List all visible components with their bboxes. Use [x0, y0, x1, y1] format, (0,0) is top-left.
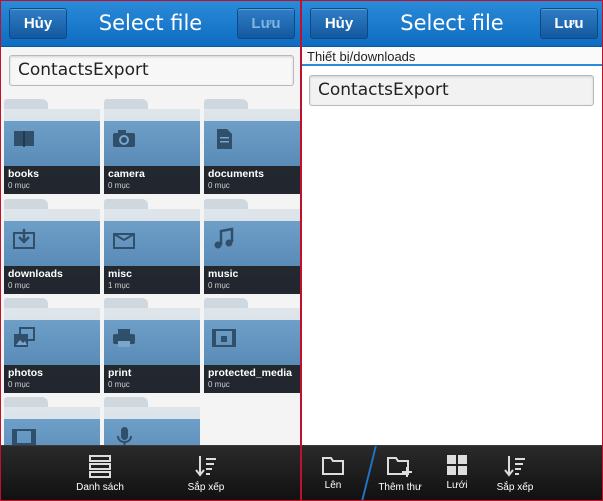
folder-count: 0 mục: [208, 281, 230, 290]
document-icon: [217, 129, 232, 149]
camera-icon: [113, 130, 135, 147]
film-icon: [12, 429, 36, 445]
grid-view-icon: [447, 455, 467, 475]
box-icon: [113, 233, 135, 249]
download-icon: [13, 229, 35, 249]
grid-view-label: Lưới: [446, 480, 468, 491]
folder-name: music: [208, 268, 239, 280]
folder-tile-misc[interactable]: misc 1 mục: [104, 199, 200, 294]
folder-count: 0 mục: [208, 380, 230, 389]
list-view-label: Danh sách: [76, 482, 124, 493]
grid-view-button[interactable]: Lưới: [442, 454, 472, 491]
folder-tile-print[interactable]: print 0 mục: [104, 298, 200, 393]
new-folder-icon: [387, 457, 412, 477]
list-view-icon: [89, 455, 111, 478]
up-button[interactable]: Lên: [316, 454, 350, 491]
save-button[interactable]: Lưu: [540, 8, 598, 39]
file-picker-folder-pane: Hủy Select file Lưu Thiết bị/downloads C…: [302, 1, 602, 500]
folder-tile-photos[interactable]: photos 0 mục: [4, 298, 100, 393]
folder-name: protected_media: [208, 367, 293, 379]
folder-count: 0 mục: [108, 380, 130, 389]
sort-icon: [195, 456, 216, 477]
folder-count: 0 mục: [8, 281, 30, 290]
folder-tile-camera[interactable]: camera 0 mục: [104, 99, 200, 194]
folder-tile-books[interactable]: books 0 mục: [4, 99, 100, 194]
folder-name: books: [8, 168, 39, 180]
protected-media-icon: [212, 329, 236, 347]
music-note-icon: [214, 227, 234, 249]
folder-up-icon: [322, 457, 344, 475]
list-view-button[interactable]: Danh sách: [73, 454, 127, 493]
photos-icon: [14, 327, 35, 347]
folder-name: documents: [208, 168, 265, 180]
folder-name: camera: [108, 168, 145, 180]
folder-name: print: [108, 367, 132, 379]
folder-tile-music[interactable]: music 0 mục: [204, 199, 300, 294]
folder-grid: books 0 mục camera 0 mục documents 0 mục: [4, 99, 300, 447]
new-folder-label: Thêm thư: [378, 482, 422, 493]
folder-name: misc: [108, 268, 132, 280]
folder-tile-documents[interactable]: documents 0 mục: [204, 99, 300, 194]
new-folder-button[interactable]: Thêm thư: [374, 454, 426, 493]
folder-name: downloads: [8, 268, 63, 280]
action-bar: Lên Thêm thư Lưới Sắp xếp: [302, 445, 602, 500]
sort-button[interactable]: Sắp xếp: [490, 454, 540, 493]
printer-icon: [113, 329, 135, 347]
sort-icon: [504, 456, 525, 477]
filename-field[interactable]: ContactsExport: [309, 75, 594, 106]
title-bar: Hủy Select file Lưu: [1, 1, 300, 47]
folder-tile-protected-media[interactable]: protected_media 0 mục: [204, 298, 300, 393]
sort-label: Sắp xếp: [187, 482, 225, 493]
file-list-area: [302, 66, 602, 445]
folder-count: 0 mục: [8, 181, 30, 190]
action-bar: Danh sách Sắp xếp: [1, 445, 300, 500]
microphone-icon: [117, 427, 132, 447]
book-icon: [14, 131, 34, 147]
folder-count: 1 mục: [108, 281, 130, 290]
folder-count: 0 mục: [108, 181, 130, 190]
folder-tile-voice[interactable]: [104, 397, 200, 447]
filename-field[interactable]: ContactsExport: [9, 55, 294, 86]
folder-tile-video[interactable]: [4, 397, 100, 447]
file-picker-grid-pane: Hủy Select file Lưu ContactsExport books…: [1, 1, 300, 500]
title-bar: Hủy Select file Lưu: [302, 1, 602, 47]
save-button[interactable]: Lưu: [237, 8, 295, 39]
folder-tile-downloads[interactable]: downloads 0 mục: [4, 199, 100, 294]
folder-count: 0 mục: [8, 380, 30, 389]
sort-button[interactable]: Sắp xếp: [181, 454, 231, 493]
sort-label: Sắp xếp: [496, 482, 534, 493]
folder-name: photos: [8, 367, 43, 379]
up-label: Lên: [324, 480, 342, 491]
breadcrumb: Thiết bị/downloads: [302, 47, 602, 66]
folder-count: 0 mục: [208, 181, 230, 190]
